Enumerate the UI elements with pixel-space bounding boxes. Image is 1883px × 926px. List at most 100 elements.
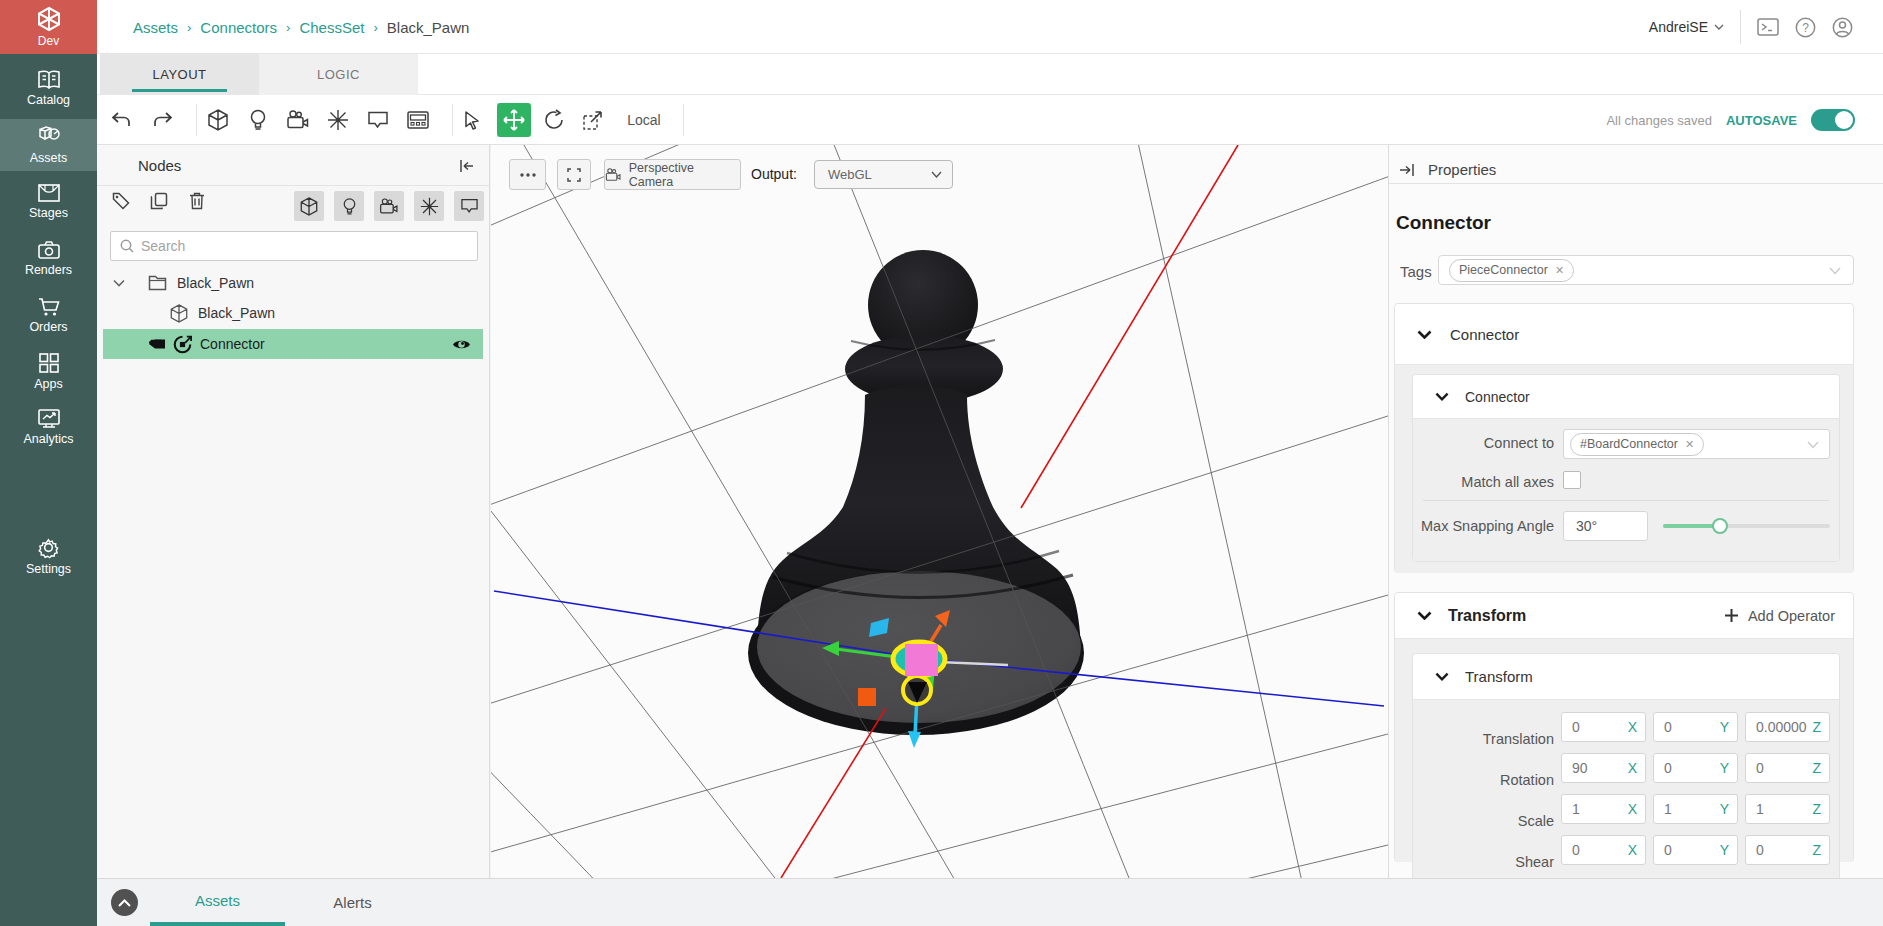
- connector-inner-header[interactable]: Connector: [1413, 375, 1839, 418]
- catalog-icon: [37, 70, 61, 90]
- add-mesh-button[interactable]: [208, 109, 229, 131]
- sidebar-item-settings[interactable]: Settings: [0, 530, 97, 582]
- collapse-nodes-panel-icon[interactable]: [459, 159, 475, 177]
- perspective-camera-button[interactable]: Perspective Camera: [604, 159, 741, 190]
- sidebar-item-analytics[interactable]: Analytics: [0, 401, 97, 453]
- connector-section-header[interactable]: Connector: [1395, 304, 1853, 364]
- transform-field-rotation-z[interactable]: 0Z: [1745, 753, 1830, 783]
- tab-layout[interactable]: LAYOUT: [100, 54, 259, 95]
- sidebar-item-assets[interactable]: Assets: [0, 119, 97, 171]
- tag-icon[interactable]: [112, 192, 130, 214]
- account-icon[interactable]: [1832, 17, 1853, 38]
- tree-row-root[interactable]: Black_Pawn: [97, 268, 489, 298]
- sidebar-item-orders[interactable]: Orders: [0, 289, 97, 341]
- redo-button[interactable]: [153, 112, 173, 128]
- rotate-tool-button[interactable]: [543, 109, 565, 131]
- help-icon[interactable]: ?: [1795, 17, 1816, 38]
- bottom-tab-alerts[interactable]: Alerts: [285, 879, 420, 926]
- match-axes-checkbox[interactable]: [1563, 471, 1581, 489]
- gizmo-center-square[interactable]: [905, 644, 938, 676]
- snapping-slider-thumb[interactable]: [1712, 518, 1728, 534]
- bottom-tab-assets[interactable]: Assets: [150, 879, 285, 926]
- delete-icon[interactable]: [189, 192, 205, 214]
- autosave-toggle[interactable]: [1811, 109, 1855, 131]
- sidebar-item-renders[interactable]: Renders: [0, 232, 97, 284]
- sidebar-item-stages[interactable]: Stages: [0, 175, 97, 227]
- transform-field-rotation-x[interactable]: 90X: [1561, 753, 1646, 783]
- select-tool-button[interactable]: [463, 110, 481, 130]
- toolbar: Local All changes saved AUTOSAVE: [97, 95, 1883, 145]
- add-camera-button[interactable]: [286, 110, 310, 130]
- viewport-menu-button[interactable]: [509, 159, 546, 190]
- breadcrumb-chessset[interactable]: ChessSet: [299, 19, 364, 36]
- viewport-3d[interactable]: Perspective Camera Output: WebGL: [491, 145, 1388, 878]
- chevron-down-icon: [1807, 435, 1819, 453]
- max-snapping-input[interactable]: 30°: [1563, 511, 1648, 541]
- search-input[interactable]: Search: [110, 231, 478, 261]
- output-select[interactable]: WebGL: [814, 160, 953, 189]
- breadcrumb-separator: ›: [286, 20, 290, 35]
- connector-icon: [173, 335, 192, 354]
- transform-inner-header[interactable]: Transform: [1413, 654, 1839, 699]
- filter-cameras-button[interactable]: [374, 191, 404, 221]
- scale-tool-button[interactable]: [582, 109, 604, 131]
- stages-icon: [37, 183, 61, 203]
- transform-field-translation-x[interactable]: 0X: [1561, 712, 1646, 742]
- add-axis-button[interactable]: [327, 109, 349, 131]
- chevron-down-icon: [1714, 24, 1724, 30]
- tag-pill[interactable]: PieceConnector✕: [1449, 259, 1574, 282]
- connect-to-pill[interactable]: #BoardConnector✕: [1570, 433, 1704, 456]
- transform-field-translation-z[interactable]: 0.00000Z: [1745, 712, 1830, 742]
- remove-tag-icon[interactable]: ✕: [1555, 264, 1564, 277]
- tree-row-mesh[interactable]: Black_Pawn: [97, 298, 489, 328]
- filter-annotations-button[interactable]: [454, 191, 484, 221]
- svg-text:?: ?: [1802, 21, 1809, 35]
- transform-field-shear-z[interactable]: 0Z: [1745, 835, 1830, 865]
- assets-icon: [36, 126, 62, 148]
- filter-meshes-button[interactable]: [294, 191, 324, 221]
- breadcrumb-connectors[interactable]: Connectors: [200, 19, 277, 36]
- transform-field-scale-x[interactable]: 1X: [1561, 794, 1646, 824]
- divider: [97, 185, 489, 186]
- transform-field-scale-z[interactable]: 1Z: [1745, 794, 1830, 824]
- transform-field-translation-y[interactable]: 0Y: [1653, 712, 1738, 742]
- breadcrumb-assets[interactable]: Assets: [133, 19, 178, 36]
- undo-button[interactable]: [111, 112, 131, 128]
- expand-bottom-panel-button[interactable]: [111, 889, 138, 916]
- add-operator-button[interactable]: Add Operator: [1724, 608, 1835, 624]
- fullscreen-button[interactable]: [557, 159, 591, 190]
- remove-connection-icon[interactable]: ✕: [1685, 438, 1694, 451]
- collapse-properties-icon[interactable]: [1399, 163, 1415, 181]
- transform-field-shear-y[interactable]: 0Y: [1653, 835, 1738, 865]
- transform-field-rotation-y[interactable]: 0Y: [1653, 753, 1738, 783]
- sidebar-item-catalog[interactable]: Catalog: [0, 62, 97, 114]
- toggle-knob: [1835, 111, 1853, 129]
- visibility-eye-icon[interactable]: [452, 338, 471, 351]
- divider: [1389, 183, 1883, 184]
- transform-field-scale-y[interactable]: 1Y: [1653, 794, 1738, 824]
- add-annotation-button[interactable]: [367, 110, 389, 129]
- connector-section-body: Connector Connect to #BoardConnector✕ Ma…: [1395, 364, 1853, 573]
- move-tool-button[interactable]: [497, 103, 531, 137]
- tree-row-connector[interactable]: Connector: [103, 329, 483, 359]
- analytics-icon: [37, 408, 61, 429]
- transform-field-shear-x[interactable]: 0X: [1561, 835, 1646, 865]
- dev-logo[interactable]: Dev: [0, 0, 97, 54]
- shear-label: Shear: [1515, 854, 1554, 870]
- transform-section-header[interactable]: Transform Add Operator: [1395, 593, 1853, 638]
- coordinate-space-selector[interactable]: Local: [627, 112, 660, 128]
- filter-lights-button[interactable]: [334, 191, 364, 221]
- terminal-icon[interactable]: [1757, 17, 1779, 37]
- tab-logic[interactable]: LOGIC: [259, 54, 418, 95]
- add-panel-button[interactable]: [407, 110, 430, 129]
- tags-input[interactable]: PieceConnector✕: [1438, 255, 1854, 285]
- filter-axes-button[interactable]: [414, 191, 444, 221]
- duplicate-icon[interactable]: [150, 192, 168, 214]
- add-light-button[interactable]: [250, 109, 266, 131]
- connector-section-card: Connector Connector Connect to #BoardCon…: [1394, 303, 1854, 573]
- output-label: Output:: [751, 166, 797, 182]
- connect-to-input[interactable]: #BoardConnector✕: [1563, 429, 1830, 459]
- user-menu[interactable]: AndreiSE: [1649, 19, 1724, 35]
- sidebar-item-apps[interactable]: Apps: [0, 345, 97, 397]
- gizmo-plane-handle-orange[interactable]: [858, 688, 876, 706]
